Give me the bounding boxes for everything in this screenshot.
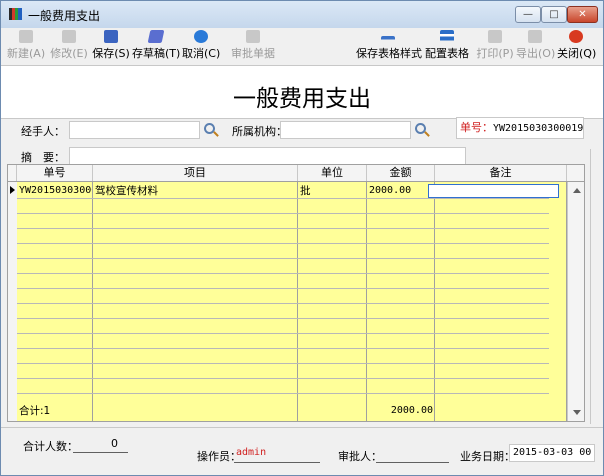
column-doc-no xyxy=(17,182,93,421)
summary-label: 摘 要： xyxy=(21,151,65,164)
org-label: 所属机构： xyxy=(232,125,287,138)
save-table-style-label: 保存表格样式 xyxy=(356,47,422,60)
search-icon xyxy=(415,123,426,134)
table-header: 单号 项目 单位 金额 备注 xyxy=(8,165,584,182)
handler-field[interactable] xyxy=(69,121,200,139)
column-header-doc-no[interactable]: 单号 xyxy=(17,165,93,181)
close-button[interactable]: 关闭(Q) xyxy=(557,30,597,64)
total-label: 合计:1 xyxy=(19,405,51,417)
window-title: 一般费用支出 xyxy=(28,9,101,23)
save-button[interactable]: 保存(S) xyxy=(92,30,130,64)
business-date-label: 业务日期： xyxy=(460,450,515,463)
minimize-button[interactable]: — xyxy=(515,6,541,23)
summary-field[interactable] xyxy=(69,147,466,165)
table-style-icon xyxy=(381,36,395,43)
approve-button-label: 审批单据 xyxy=(231,47,275,60)
column-header-unit[interactable]: 单位 xyxy=(298,165,367,181)
print-button-label: 打印(P) xyxy=(476,47,514,60)
column-unit xyxy=(298,182,367,421)
table-body: YW2015030300019 驾校宣传材料 批 2000.00 合计:1 20… xyxy=(8,182,584,421)
column-header-item[interactable]: 项目 xyxy=(93,165,298,181)
save-table-style-button[interactable]: 保存表格样式 xyxy=(356,30,422,64)
column-note xyxy=(435,182,567,421)
export-button[interactable]: 导出(O) xyxy=(516,30,556,64)
operator-underline xyxy=(234,462,320,463)
row-doc-no-cell[interactable]: YW2015030300019 xyxy=(19,184,92,198)
save-draft-button-label: 存草稿(T) xyxy=(132,47,181,60)
info-icon xyxy=(194,30,208,43)
doc-number-value: YW2015030300019 xyxy=(493,123,584,134)
doc-number-label: 单号： xyxy=(460,121,493,134)
row-unit-cell[interactable]: 批 xyxy=(300,184,364,198)
current-row-icon xyxy=(10,186,15,194)
business-date-value: 2015-03-03 00 xyxy=(513,447,592,458)
org-search-button[interactable] xyxy=(413,121,431,139)
handler-label: 经手人： xyxy=(21,125,65,138)
print-button[interactable]: 打印(P) xyxy=(476,30,514,64)
cancel-button[interactable]: 取消(C) xyxy=(182,30,220,64)
approver-underline xyxy=(376,462,449,463)
printer-icon xyxy=(488,30,502,43)
row-item-cell[interactable]: 驾校宣传材料 xyxy=(95,184,295,198)
app-window: 一般费用支出 — □ ✕ 新建(A) 修改(E) 保存(S) 存草稿(T) 取消… xyxy=(0,0,604,476)
export-icon xyxy=(528,30,542,43)
approve-button[interactable]: 审批单据 xyxy=(230,30,276,64)
close-icon xyxy=(569,30,583,43)
scroll-up-icon[interactable] xyxy=(573,188,581,193)
total-amount: 2000.00 xyxy=(390,405,433,416)
header-corner xyxy=(8,165,17,181)
column-amount xyxy=(367,182,435,421)
cancel-button-label: 取消(C) xyxy=(182,47,221,60)
close-window-button[interactable]: ✕ xyxy=(567,6,598,23)
handler-search-button[interactable] xyxy=(202,121,220,139)
maximize-button[interactable]: □ xyxy=(541,6,567,23)
form-heading: 一般费用支出 xyxy=(1,65,603,119)
org-field[interactable] xyxy=(280,121,411,139)
right-panel-edge xyxy=(590,149,599,424)
edit-button[interactable]: 修改(E) xyxy=(50,30,88,64)
count-label: 合计人数： xyxy=(23,440,78,453)
expense-table: 单号 项目 单位 金额 备注 YW2015030300 驾校宣传材料 批 200… xyxy=(7,164,585,422)
count-value: 0 xyxy=(111,437,118,450)
doc-number-display: 单号：YW2015030300019 xyxy=(456,117,584,139)
row-note-cell[interactable] xyxy=(428,184,559,198)
save-button-label: 保存(S) xyxy=(92,47,130,60)
title-bar: 一般费用支出 — □ ✕ xyxy=(1,1,603,28)
page-title: 一般费用支出 xyxy=(233,86,371,112)
edit-button-label: 修改(E) xyxy=(50,47,88,60)
count-underline xyxy=(73,452,128,453)
column-item xyxy=(93,182,298,421)
column-header-note[interactable]: 备注 xyxy=(435,165,567,181)
business-date-field[interactable]: 2015-03-03 00 xyxy=(509,444,595,462)
scroll-down-icon[interactable] xyxy=(573,410,581,415)
config-table-button[interactable]: 配置表格 xyxy=(425,30,469,64)
new-document-icon xyxy=(19,30,33,43)
table-config-icon xyxy=(440,30,454,43)
export-button-label: 导出(O) xyxy=(516,47,556,60)
save-draft-button[interactable]: 存草稿(T) xyxy=(132,30,180,64)
edit-icon xyxy=(62,30,76,43)
new-button-label: 新建(A) xyxy=(7,47,46,60)
new-button[interactable]: 新建(A) xyxy=(7,30,45,64)
close-button-label: 关闭(Q) xyxy=(557,47,597,60)
toolbar: 新建(A) 修改(E) 保存(S) 存草稿(T) 取消(C) 审批单据 保存表格… xyxy=(1,28,603,65)
operator-value: admin xyxy=(236,447,267,458)
row-amount-cell[interactable]: 2000.00 xyxy=(369,184,433,198)
vertical-scrollbar[interactable] xyxy=(567,182,584,421)
save-icon xyxy=(104,30,118,43)
footer-divider xyxy=(1,427,603,428)
app-icon xyxy=(9,8,22,20)
config-table-label: 配置表格 xyxy=(425,47,469,60)
draft-icon xyxy=(147,30,165,43)
approve-icon xyxy=(246,30,260,43)
search-icon xyxy=(204,123,215,134)
column-header-amount[interactable]: 金额 xyxy=(367,165,435,181)
